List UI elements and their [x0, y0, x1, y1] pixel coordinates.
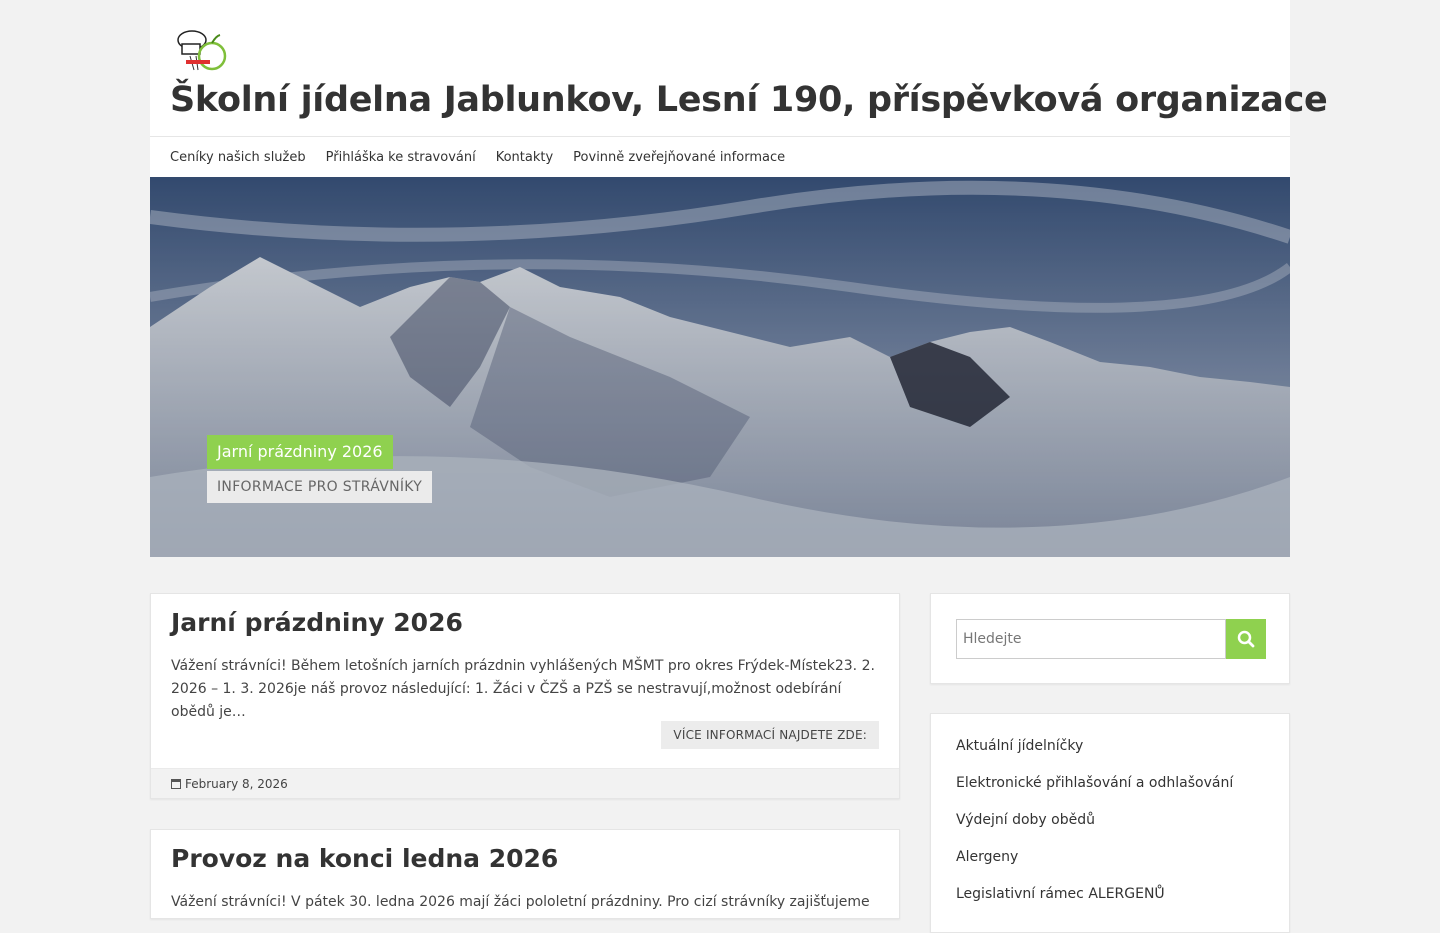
- post-card: Jarní prázdniny 2026 Vážení strávníci! B…: [150, 593, 900, 799]
- search-icon: [1237, 630, 1255, 648]
- post-excerpt: Vážení strávníci! V pátek 30. ledna 2026…: [171, 894, 870, 910]
- links-widget: Aktuální jídelníčky Elektronické přihlaš…: [930, 713, 1290, 933]
- search-button[interactable]: [1226, 619, 1266, 659]
- read-more-button[interactable]: VÍCE INFORMACÍ NAJDETE ZDE:: [661, 721, 879, 749]
- hero-info-button[interactable]: INFORMACE PRO STRÁVNÍKY: [207, 471, 433, 503]
- hero-slider: Jarní prázdniny 2026 INFORMACE PRO STRÁV…: [150, 177, 1290, 557]
- hero-title[interactable]: Jarní prázdniny 2026: [207, 435, 393, 469]
- site-logo[interactable]: [172, 26, 228, 78]
- sidebar-item-alergeny[interactable]: Alergeny: [956, 847, 1264, 884]
- post-excerpt: Vážení strávníci! Během letošních jarníc…: [171, 658, 875, 720]
- search-input[interactable]: Hledejte: [956, 619, 1226, 659]
- post-meta: February 8, 2026: [151, 768, 899, 798]
- sidebar-item-prihlasovani[interactable]: Elektronické přihlašování a odhlašování: [956, 773, 1264, 810]
- site-header: Školní jídelna Jablunkov, Lesní 190, pří…: [150, 0, 1328, 137]
- nav-item-kontakty[interactable]: Kontakty: [496, 150, 553, 165]
- nav-item-ceniky[interactable]: Ceníky našich služeb: [170, 150, 306, 165]
- site-title[interactable]: Školní jídelna Jablunkov, Lesní 190, pří…: [170, 80, 1328, 120]
- search-widget: Hledejte: [930, 593, 1290, 684]
- nav-item-povinne-informace[interactable]: Povinně zveřejňované informace: [573, 150, 785, 165]
- post-title[interactable]: Provoz na konci ledna 2026: [171, 844, 558, 873]
- post-date[interactable]: February 8, 2026: [185, 777, 288, 791]
- nav-item-prihlaska[interactable]: Přihláška ke stravování: [326, 150, 476, 165]
- main-navigation: Ceníky našich služeb Přihláška ke stravo…: [150, 137, 1290, 177]
- post-title[interactable]: Jarní prázdniny 2026: [171, 608, 463, 637]
- sidebar-item-vydejni-doby[interactable]: Výdejní doby obědů: [956, 810, 1264, 847]
- calendar-icon: [171, 778, 181, 789]
- sidebar-item-jidelnicky[interactable]: Aktuální jídelníčky: [956, 736, 1264, 773]
- sidebar-item-legislativa[interactable]: Legislativní rámec ALERGENŮ: [956, 884, 1264, 921]
- site-wrapper: Školní jídelna Jablunkov, Lesní 190, pří…: [150, 0, 1328, 557]
- post-card: Provoz na konci ledna 2026 Vážení strávn…: [150, 829, 900, 919]
